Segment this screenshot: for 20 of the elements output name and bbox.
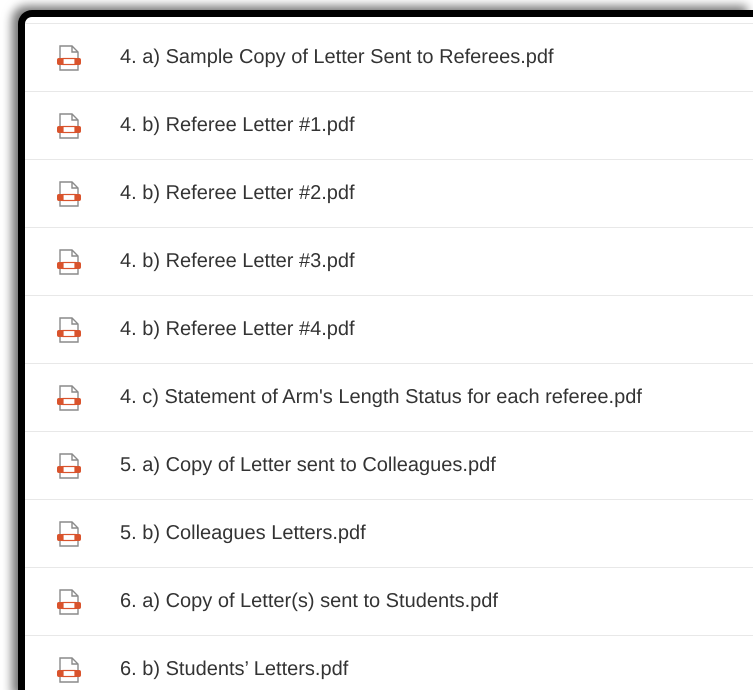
pdf-file-icon	[55, 316, 83, 344]
file-name[interactable]: 4. b) Referee Letter #4.pdf	[120, 318, 355, 341]
file-name[interactable]: 4. b) Referee Letter #3.pdf	[120, 250, 355, 273]
pdf-file-icon	[55, 452, 83, 480]
file-name[interactable]: 6. a) Copy of Letter(s) sent to Students.pdf	[120, 590, 498, 613]
pdf-file-icon	[55, 384, 83, 412]
file-name[interactable]: 6. b) Students’ Letters.pdf	[120, 658, 348, 681]
pdf-file-icon	[55, 112, 83, 140]
file-name[interactable]: 4. b) Referee Letter #1.pdf	[120, 114, 355, 137]
file-name[interactable]: 4. b) Referee Letter #2.pdf	[120, 182, 355, 205]
pdf-file-icon	[55, 180, 83, 208]
pdf-file-icon	[55, 248, 83, 276]
pdf-file-icon	[55, 588, 83, 616]
file-name[interactable]: 5. a) Copy of Letter sent to Colleagues.pdf	[120, 454, 496, 477]
file-name[interactable]: 4. c) Statement of Arm's Length Status for each referee.pdf	[120, 386, 642, 409]
file-name[interactable]: 5. b) Colleagues Letters.pdf	[120, 522, 366, 545]
pdf-file-icon	[55, 656, 83, 684]
pdf-file-icon	[55, 44, 83, 72]
pdf-file-icon	[55, 520, 83, 548]
file-name[interactable]: 4. a) Sample Copy of Letter Sent to Referees.pdf	[120, 46, 554, 69]
